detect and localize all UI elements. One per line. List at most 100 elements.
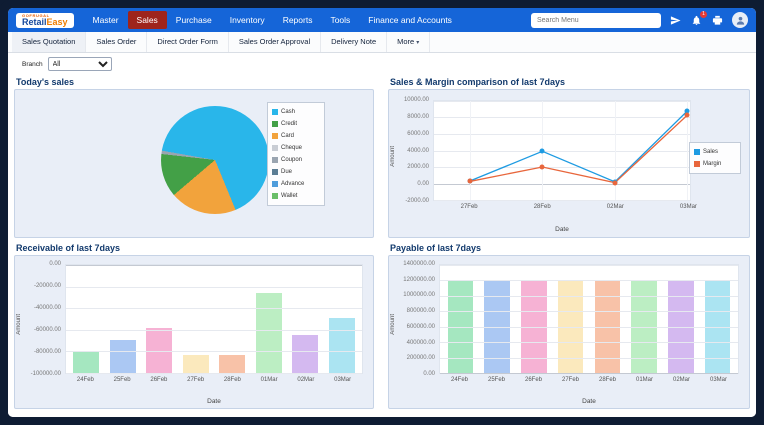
y-axis: 0.00-20000.00-40000.00-60000.00-80000.00… <box>19 264 61 374</box>
branch-filter-row: Branch All <box>8 53 756 75</box>
data-point-sales <box>540 149 545 154</box>
x-tick-label: 24Feb <box>67 377 104 386</box>
y-tick-label: -40000.00 <box>34 305 61 311</box>
bar-01mar <box>256 293 282 373</box>
legend-item-margin: Margin <box>694 158 736 170</box>
legend-item-cheque: Cheque <box>272 142 320 154</box>
submenu-item-sales-order[interactable]: Sales Order <box>86 32 147 52</box>
x-tick-label: 01Mar <box>626 377 663 386</box>
legend-swatch <box>272 109 278 115</box>
legend-swatch <box>272 133 278 139</box>
menu-item-finance-and-accounts[interactable]: Finance and Accounts <box>359 11 461 29</box>
app-logo: GOFRUGAL RetailEasy <box>16 13 74 28</box>
gridline <box>440 265 738 266</box>
user-avatar[interactable] <box>732 12 748 28</box>
printer-icon[interactable] <box>711 14 724 27</box>
x-tick-label: 03Mar <box>680 204 697 210</box>
menu-item-inventory[interactable]: Inventory <box>221 11 274 29</box>
retail-easy-app: GOFRUGAL RetailEasy MasterSalesPurchaseI… <box>8 8 756 417</box>
submenu-item-more[interactable]: More▾ <box>387 32 430 52</box>
bar-02mar <box>292 335 318 373</box>
gridline <box>440 342 738 343</box>
y-tick-label: 1000000.00 <box>403 292 435 298</box>
y-tick-label: 8000.00 <box>407 114 429 120</box>
bar-26feb <box>146 328 172 373</box>
branch-label: Branch <box>22 61 43 68</box>
bar-03mar <box>329 318 355 373</box>
menu-item-tools[interactable]: Tools <box>321 11 359 29</box>
legend-item-label: Card <box>281 133 294 139</box>
bar-slot <box>68 265 105 373</box>
x-axis: 24Feb25Feb26Feb27Feb28Feb01Mar02Mar03Mar <box>65 377 363 386</box>
legend-item-label: Due <box>281 169 292 175</box>
legend-item-label: Cash <box>281 109 295 115</box>
pie-graphic <box>161 106 269 214</box>
y-tick-label: 1200000.00 <box>403 277 435 283</box>
x-tick-label: 28Feb <box>214 377 251 386</box>
branch-select[interactable]: All <box>48 57 112 71</box>
legend-item-label: Wallet <box>281 193 297 199</box>
legend-item-sales: Sales <box>694 146 736 158</box>
x-tick-label: 27Feb <box>552 377 589 386</box>
y-tick-label: 0.00 <box>417 181 429 187</box>
submenu-item-delivery-note[interactable]: Delivery Note <box>321 32 387 52</box>
submenu-item-sales-quotation[interactable]: Sales Quotation <box>12 32 86 52</box>
x-tick-label: 25Feb <box>478 377 515 386</box>
x-tick-label: 27Feb <box>461 204 478 210</box>
y-tick-label: -60000.00 <box>34 327 61 333</box>
navbar-right-cluster: 1 <box>531 12 748 28</box>
chart-title-sales-margin: Sales & Margin comparison of last 7days <box>390 77 565 87</box>
y-tick-label: 1400000.00 <box>403 261 435 267</box>
chevron-down-icon: ▾ <box>416 40 419 46</box>
legend-swatch <box>272 181 278 187</box>
x-axis-label: Date <box>65 398 363 405</box>
main-menu: MasterSalesPurchaseInventoryReportsTools… <box>84 8 461 32</box>
y-tick-label: 400000.00 <box>407 340 435 346</box>
y-axis-label: Amount <box>390 146 396 167</box>
chart-title-todays-sales: Today's sales <box>16 77 74 87</box>
notification-bell-icon[interactable]: 1 <box>690 14 703 27</box>
gridline <box>440 311 738 312</box>
x-tick-label: 25Feb <box>104 377 141 386</box>
y-axis: 10000.008000.006000.004000.002000.000.00… <box>397 100 429 201</box>
line-series-svg <box>434 101 690 200</box>
window-frame: GOFRUGAL RetailEasy MasterSalesPurchaseI… <box>0 0 764 425</box>
x-axis-label: Date <box>439 398 739 405</box>
y-axis: 1400000.001200000.001000000.00800000.006… <box>393 264 435 374</box>
menu-item-reports[interactable]: Reports <box>274 11 322 29</box>
y-tick-label: 0.00 <box>49 261 61 267</box>
gridline <box>440 358 738 359</box>
bar-plot-area <box>65 264 363 374</box>
legend-item-label: Cheque <box>281 145 302 151</box>
menu-item-purchase[interactable]: Purchase <box>167 11 221 29</box>
x-tick-label: 03Mar <box>700 377 737 386</box>
bar-24feb <box>73 352 99 373</box>
legend-swatch <box>694 149 700 155</box>
gridline <box>440 280 738 281</box>
gridline <box>440 327 738 328</box>
submenu-item-direct-order-form[interactable]: Direct Order Form <box>147 32 228 52</box>
send-icon[interactable] <box>669 14 682 27</box>
bar-plot-area <box>439 264 739 374</box>
dashboard: Today's sales Sales & Margin comparison … <box>8 75 756 417</box>
menu-item-sales[interactable]: Sales <box>128 11 167 29</box>
y-tick-label: -20000.00 <box>34 283 61 289</box>
line-legend: SalesMargin <box>689 142 741 174</box>
search-input[interactable] <box>531 13 661 28</box>
legend-swatch <box>272 169 278 175</box>
gridline <box>66 351 362 352</box>
y-tick-label: 4000.00 <box>407 148 429 154</box>
x-axis: 24Feb25Feb26Feb27Feb28Feb01Mar02Mar03Mar <box>439 377 739 386</box>
legend-item-cash: Cash <box>272 106 320 118</box>
top-navbar: GOFRUGAL RetailEasy MasterSalesPurchaseI… <box>8 8 756 32</box>
y-tick-label: 600000.00 <box>407 324 435 330</box>
x-tick-label: 26Feb <box>515 377 552 386</box>
menu-item-master[interactable]: Master <box>84 11 128 29</box>
submenu-item-sales-order-approval[interactable]: Sales Order Approval <box>229 32 321 52</box>
legend-item-wallet: Wallet <box>272 190 320 202</box>
bar-slot <box>287 265 324 373</box>
legend-item-label: Advance <box>281 181 304 187</box>
x-tick-label: 02Mar <box>663 377 700 386</box>
todays-sales-pie-chart: CashCreditCardChequeCouponDueAdvanceWall… <box>14 89 374 238</box>
legend-swatch <box>694 161 700 167</box>
